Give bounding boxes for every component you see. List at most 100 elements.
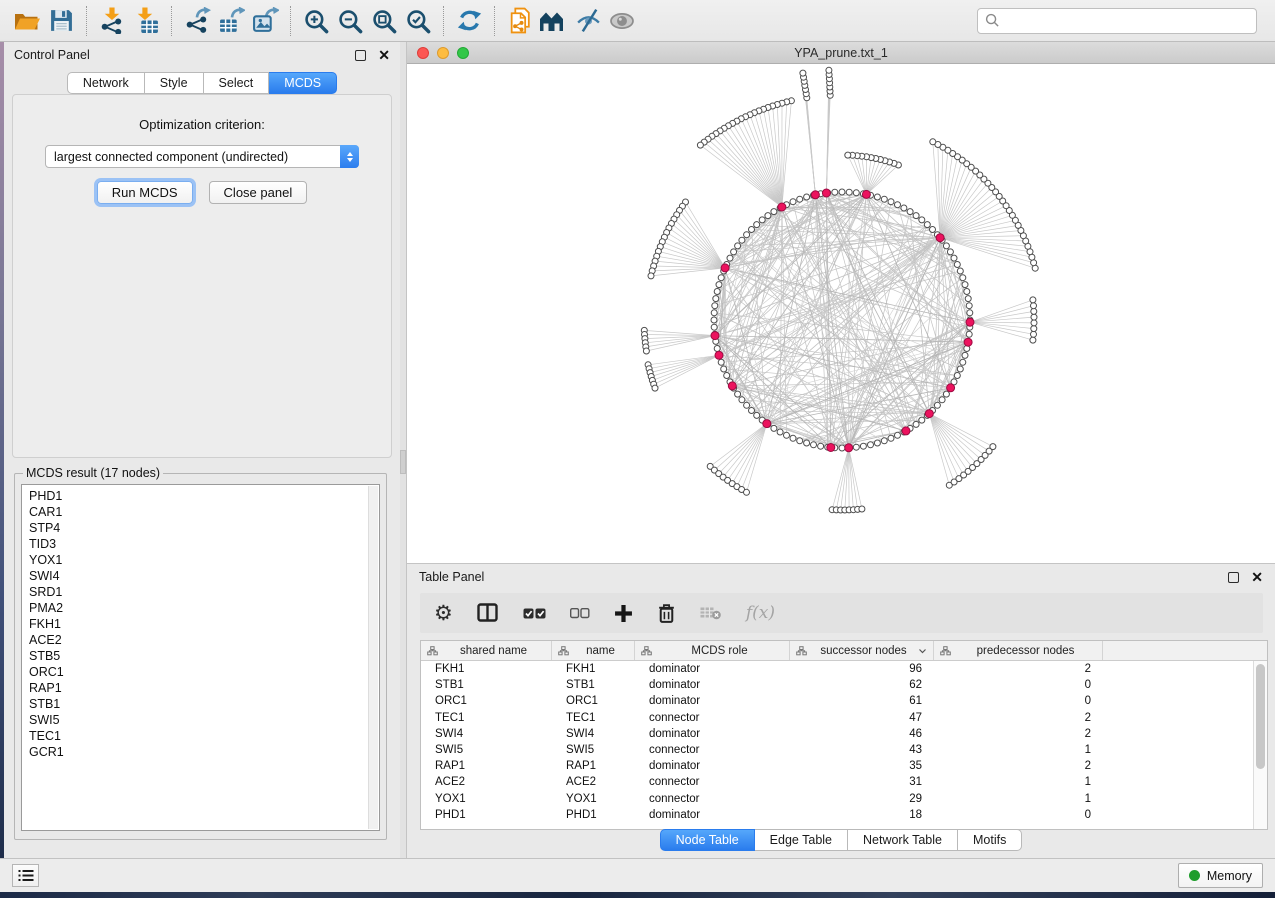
export-table-icon[interactable]	[214, 4, 248, 38]
graph-node[interactable]	[765, 213, 771, 219]
run-mcds-button[interactable]: Run MCDS	[97, 181, 193, 204]
mcds-result-item[interactable]: SWI5	[29, 712, 379, 728]
mcds-result-item[interactable]: TID3	[29, 536, 379, 552]
graph-node[interactable]	[960, 359, 966, 365]
import-table-icon[interactable]	[129, 4, 163, 38]
graph-hub-node[interactable]	[964, 338, 972, 346]
mcds-result-item[interactable]: STP4	[29, 520, 379, 536]
table-row[interactable]: SWI5SWI5connector431	[421, 742, 1253, 758]
graph-node[interactable]	[962, 352, 968, 358]
graph-node[interactable]	[964, 289, 970, 295]
column-header-name[interactable]: name	[552, 641, 635, 660]
graph-node[interactable]	[954, 373, 960, 379]
graph-node[interactable]	[846, 189, 852, 195]
graph-node[interactable]	[804, 194, 810, 200]
zoom-fit-icon[interactable]	[367, 4, 401, 38]
graph-node[interactable]	[731, 249, 737, 255]
search-field[interactable]	[977, 8, 1257, 34]
graph-hub-node[interactable]	[811, 191, 819, 199]
graph-node[interactable]	[714, 289, 720, 295]
mcds-result-item[interactable]: GCR1	[29, 744, 379, 760]
float-panel-icon[interactable]	[355, 50, 366, 61]
graph-node[interactable]	[845, 152, 851, 158]
graph-node[interactable]	[712, 303, 718, 309]
graph-node[interactable]	[711, 324, 717, 330]
graph-node[interactable]	[1031, 308, 1037, 314]
hide-details-eye-icon[interactable]	[571, 4, 605, 38]
graph-hub-node[interactable]	[936, 234, 944, 242]
mcds-result-item[interactable]: YOX1	[29, 552, 379, 568]
graph-hub-node[interactable]	[862, 190, 870, 198]
column-header-successor-nodes[interactable]: successor nodes	[790, 641, 934, 660]
graph-hub-node[interactable]	[947, 384, 955, 392]
binoculars-icon[interactable]	[537, 4, 571, 38]
zoom-in-icon[interactable]	[299, 4, 333, 38]
graph-node[interactable]	[874, 194, 880, 200]
function-builder-icon[interactable]: f(x)	[746, 603, 775, 623]
graph-node[interactable]	[957, 366, 963, 372]
table-row[interactable]: PHD1PHD1dominator180	[421, 807, 1253, 823]
open-folder-icon[interactable]	[10, 4, 44, 38]
tab-edge-table[interactable]: Edge Table	[755, 829, 848, 851]
graph-node[interactable]	[714, 346, 720, 352]
mcds-result-listbox[interactable]: PHD1CAR1STP4TID3YOX1SWI4SRD1PMA2FKH1ACE2…	[21, 484, 380, 831]
save-icon[interactable]	[44, 4, 78, 38]
graph-hub-node[interactable]	[728, 382, 736, 390]
tab-motifs[interactable]: Motifs	[958, 829, 1022, 851]
graph-node[interactable]	[901, 205, 907, 211]
column-header-shared-name[interactable]: shared name	[421, 641, 552, 660]
close-panel-button[interactable]: Close panel	[209, 181, 308, 204]
graph-node[interactable]	[818, 443, 824, 449]
graph-node[interactable]	[924, 222, 930, 228]
dropdown-stepper-icon[interactable]	[340, 145, 359, 168]
copy-network-document-icon[interactable]	[503, 4, 537, 38]
graph-node[interactable]	[1031, 331, 1037, 337]
graph-node[interactable]	[943, 391, 949, 397]
zoom-selected-icon[interactable]	[401, 4, 435, 38]
graph-node[interactable]	[718, 359, 724, 365]
select-all-checkboxes-icon[interactable]	[523, 607, 546, 620]
table-row[interactable]: SWI4SWI4dominator462	[421, 726, 1253, 742]
table-row[interactable]: STB1STB1dominator620	[421, 677, 1253, 693]
graph-node[interactable]	[1030, 337, 1036, 343]
graph-node[interactable]	[853, 190, 859, 196]
graph-node[interactable]	[718, 275, 724, 281]
graph-node[interactable]	[727, 255, 733, 261]
graph-node[interactable]	[744, 232, 750, 238]
graph-node[interactable]	[881, 438, 887, 444]
graph-node[interactable]	[648, 273, 654, 279]
mcds-result-item[interactable]: ORC1	[29, 664, 379, 680]
network-window-titlebar[interactable]: YPA_prune.txt_1	[407, 42, 1275, 64]
graph-node[interactable]	[744, 489, 750, 495]
graph-node[interactable]	[874, 440, 880, 446]
graph-hub-node[interactable]	[966, 318, 974, 326]
graph-hub-node[interactable]	[845, 444, 853, 452]
graph-node[interactable]	[771, 209, 777, 215]
graph-node[interactable]	[965, 296, 971, 302]
graph-hub-node[interactable]	[721, 264, 729, 272]
graph-node[interactable]	[860, 443, 866, 449]
tab-mcds[interactable]: MCDS	[269, 72, 337, 94]
criterion-dropdown[interactable]: largest connected component (undirected)	[45, 145, 359, 168]
export-network-icon[interactable]	[180, 4, 214, 38]
graph-hub-node[interactable]	[902, 427, 910, 435]
clear-checkboxes-icon[interactable]	[570, 608, 590, 619]
graph-hub-node[interactable]	[925, 410, 933, 418]
graph-node[interactable]	[784, 432, 790, 438]
task-list-button[interactable]	[12, 864, 39, 887]
mcds-result-item[interactable]: ACE2	[29, 632, 379, 648]
graph-node[interactable]	[962, 282, 968, 288]
graph-node[interactable]	[749, 408, 755, 414]
graph-node[interactable]	[966, 303, 972, 309]
graph-node[interactable]	[888, 435, 894, 441]
table-scrollbar-thumb[interactable]	[1256, 664, 1265, 769]
graph-node[interactable]	[1031, 314, 1037, 320]
mcds-result-item[interactable]: STB5	[29, 648, 379, 664]
graph-node[interactable]	[759, 217, 765, 223]
tab-node-table[interactable]: Node Table	[660, 829, 755, 851]
graph-node[interactable]	[859, 506, 865, 512]
graph-node[interactable]	[947, 249, 953, 255]
graph-node[interactable]	[643, 348, 649, 354]
table-row[interactable]: RAP1RAP1dominator352	[421, 758, 1253, 774]
delete-column-icon[interactable]	[657, 603, 676, 624]
